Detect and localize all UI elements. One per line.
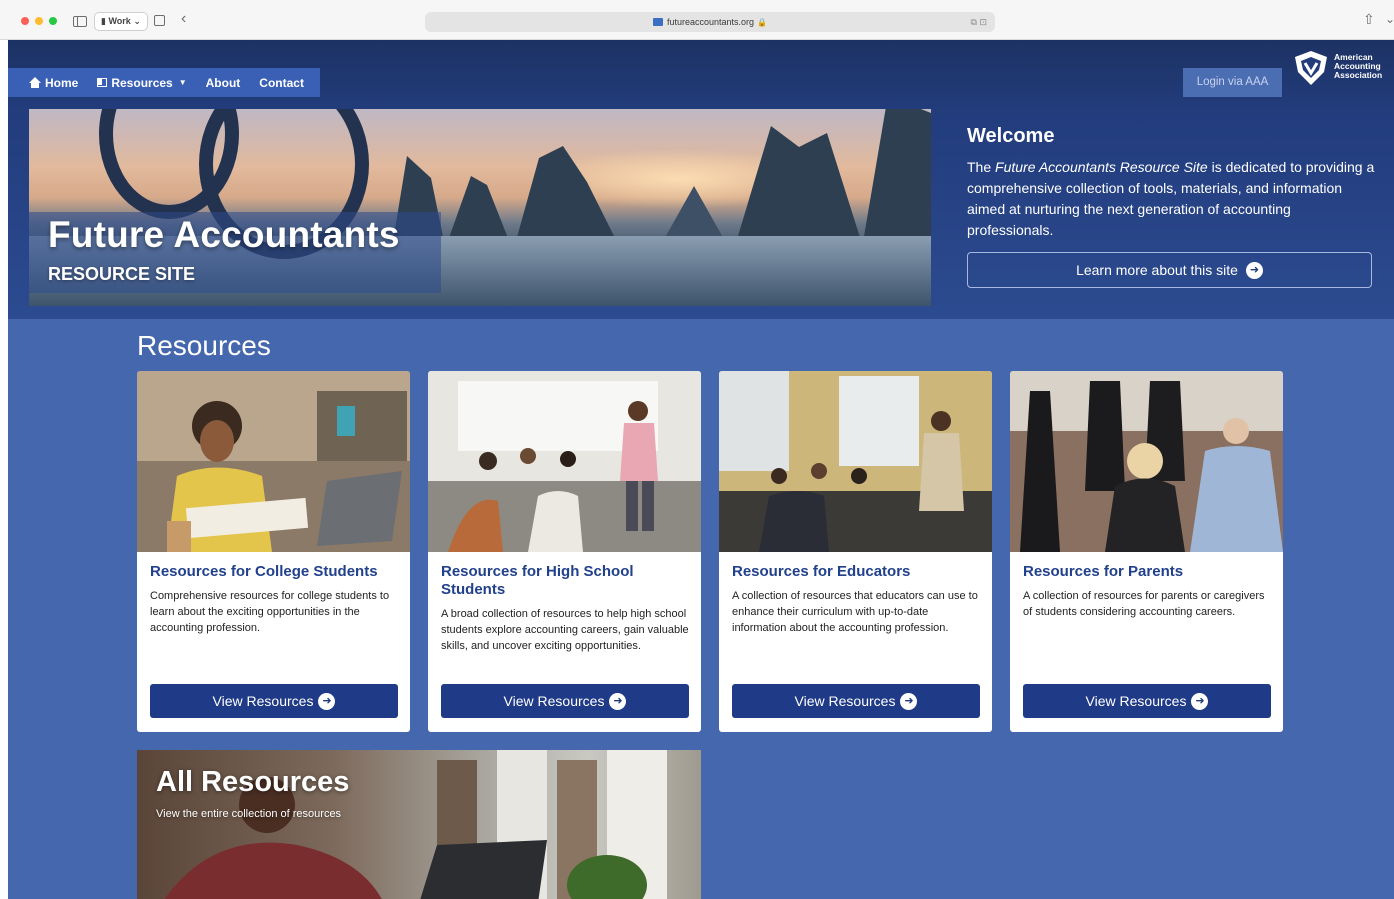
all-resources-banner[interactable]: All Resources View the entire collection…: [137, 750, 701, 899]
college-student-photo: [137, 371, 410, 552]
back-button[interactable]: ‹: [181, 11, 186, 27]
lecture-hall-photo: [719, 371, 992, 552]
arrow-right-circle-icon: ➜: [900, 692, 918, 710]
page-content: Home Resources ▼ About Contact Login via…: [8, 40, 1394, 899]
card-description: A collection of resources for parents or…: [1023, 590, 1265, 618]
hero-band: Home Resources ▼ About Contact Login via…: [8, 40, 1394, 319]
arrow-right-circle-icon: ➜: [1191, 692, 1209, 710]
address-bar[interactable]: futureaccountants.org 🔒 ⧉ ⊡: [425, 12, 995, 32]
all-resources-subtitle: View the entire collection of resources: [156, 808, 342, 820]
card-educators: Resources for Educators A collection of …: [719, 371, 992, 732]
main-nav: Home Resources ▼ About Contact: [8, 68, 320, 97]
card-title[interactable]: Resources for Parents: [1023, 563, 1273, 581]
profile-label: Work: [108, 16, 131, 26]
welcome-panel: Welcome The Future Accountants Resource …: [967, 125, 1377, 241]
card-high-school-students: Resources for High School Students A bro…: [428, 371, 701, 732]
card-title[interactable]: Resources for College Students: [150, 563, 400, 581]
site-favicon: [652, 18, 663, 26]
caret-down-icon: ▼: [178, 78, 187, 87]
hero-title: Future Accountants: [48, 214, 400, 255]
classroom-photo: [428, 371, 701, 552]
button-label: View Resources: [212, 693, 314, 709]
aaa-wordmark: American Accounting Association: [1334, 53, 1382, 80]
button-label: View Resources: [794, 693, 896, 709]
view-resources-button[interactable]: View Resources ➜: [441, 684, 689, 718]
profile-icon: ▮: [101, 16, 106, 26]
nav-item-about[interactable]: About: [206, 76, 241, 90]
button-label: View Resources: [1085, 693, 1187, 709]
resources-heading: Resources: [137, 330, 271, 361]
nav-item-home[interactable]: Home: [29, 76, 78, 90]
book-icon: [97, 78, 108, 87]
zoom-window-button[interactable]: [49, 17, 57, 25]
card-description: A broad collection of resources to help …: [441, 608, 689, 652]
button-label: View Resources: [503, 693, 605, 709]
learn-more-button[interactable]: Learn more about this site ➜: [967, 252, 1372, 288]
profile-switcher[interactable]: ▮ Work ⌄: [94, 12, 148, 31]
card-parents: Resources for Parents A collection of re…: [1010, 371, 1283, 732]
lock-icon: 🔒: [757, 18, 768, 27]
nav-item-label: Home: [45, 75, 79, 90]
card-college-students: Resources for College Students Comprehen…: [137, 371, 410, 732]
browser-toolbar: ▮ Work ⌄ ‹ futureaccountants.org 🔒 ⧉ ⊡ ⇧ …: [0, 0, 1394, 40]
nav-item-resources[interactable]: Resources ▼: [97, 75, 187, 90]
arrow-right-circle-icon: ➜: [318, 692, 336, 710]
aaa-logo[interactable]: American Accounting Association: [1294, 50, 1394, 86]
welcome-text: The Future Accountants Resource Site is …: [967, 157, 1377, 241]
learn-more-label: Learn more about this site: [1076, 262, 1238, 278]
chevron-down-icon: ⌄: [133, 16, 141, 26]
card-description: Comprehensive resources for college stud…: [150, 590, 390, 634]
home-icon: [29, 77, 41, 88]
more-icon[interactable]: ⌄: [1385, 11, 1394, 27]
close-window-button[interactable]: [21, 17, 29, 25]
share-icon[interactable]: ⇧: [1363, 11, 1375, 27]
view-resources-button[interactable]: View Resources ➜: [1023, 684, 1271, 718]
card-description: A collection of resources that educators…: [732, 590, 978, 634]
reader-translate-icons[interactable]: ⧉ ⊡: [971, 12, 987, 32]
card-title[interactable]: Resources for High School Students: [441, 563, 691, 599]
view-resources-button[interactable]: View Resources ➜: [732, 684, 980, 718]
all-resources-title: All Resources: [156, 766, 350, 798]
minimize-window-button[interactable]: [35, 17, 43, 25]
aaa-shield-icon: [1295, 51, 1327, 85]
tab-overview-icon[interactable]: [154, 15, 165, 26]
sidebar-toggle-icon[interactable]: [73, 16, 87, 27]
view-resources-button[interactable]: View Resources ➜: [150, 684, 398, 718]
welcome-text-part: The: [967, 159, 996, 175]
arrow-right-circle-icon: ➜: [609, 692, 627, 710]
hero-banner-image: Future Accountants RESOURCE SITE: [29, 109, 931, 306]
welcome-heading: Welcome: [967, 125, 1055, 147]
logo-line: Association: [1334, 70, 1383, 80]
login-button[interactable]: Login via AAA: [1183, 68, 1282, 97]
arrow-right-circle-icon: ➜: [1245, 261, 1263, 279]
site-name-emphasis: Future Accountants Resource Site: [995, 159, 1208, 175]
hero-subtitle: RESOURCE SITE: [48, 264, 196, 284]
url-text: futureaccountants.org: [666, 17, 755, 27]
graduation-photo: [1010, 371, 1283, 552]
nav-item-contact[interactable]: Contact: [259, 76, 304, 90]
card-title[interactable]: Resources for Educators: [732, 563, 982, 581]
nav-item-label: Resources: [111, 75, 173, 90]
